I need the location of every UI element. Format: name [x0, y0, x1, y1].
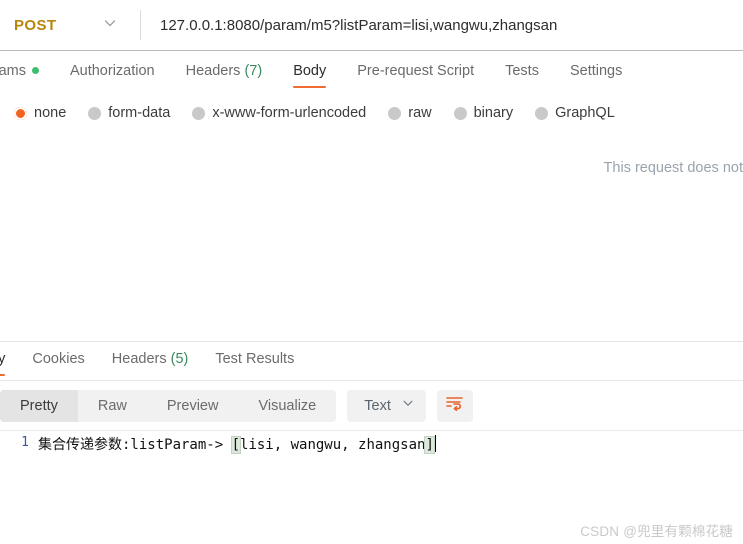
radio-unselected-icon — [388, 106, 402, 120]
tab-tests[interactable]: Tests — [505, 63, 539, 88]
response-body-text[interactable]: 集合传递参数:listParam-> [lisi, wangwu, zhangs… — [38, 435, 437, 455]
http-method-select[interactable]: POST — [0, 0, 140, 50]
response-tab-bar: ody Cookies Headers (5) Test Results — [0, 342, 743, 380]
body-mode-urlencoded[interactable]: x-www-form-urlencoded — [192, 105, 366, 121]
request-tab-bar: Params Authorization Headers (7) Body Pr… — [0, 51, 743, 95]
request-body-pane: This request does not — [0, 131, 743, 341]
body-mode-binary[interactable]: binary — [453, 105, 514, 121]
radio-unselected-icon — [192, 106, 206, 120]
tab-authorization-label: Authorization — [69, 63, 155, 79]
response-body-content: lisi, wangwu, zhangsan — [240, 437, 426, 453]
view-mode-raw[interactable]: Raw — [78, 390, 147, 422]
radio-unselected-icon — [535, 106, 549, 120]
body-mode-raw[interactable]: raw — [388, 105, 432, 121]
response-tab-test-results-label: Test Results — [215, 351, 295, 367]
response-format-label: Text — [364, 397, 391, 414]
body-mode-raw-label: raw — [408, 105, 432, 121]
tab-pre-request-script[interactable]: Pre-request Script — [357, 63, 474, 88]
response-tab-cookies[interactable]: Cookies — [32, 351, 84, 376]
body-mode-none[interactable]: none — [14, 105, 66, 121]
body-mode-none-label: none — [34, 105, 67, 121]
tab-body-label: Body — [293, 63, 327, 79]
response-tab-body[interactable]: ody — [0, 351, 6, 376]
tab-params-label: Params — [0, 63, 26, 79]
view-mode-preview-label: Preview — [166, 397, 219, 414]
view-mode-pretty-label: Pretty — [20, 397, 58, 414]
view-mode-visualize-label: Visualize — [258, 397, 317, 414]
body-mode-form-data[interactable]: form-data — [88, 105, 170, 121]
radio-unselected-icon — [453, 106, 467, 120]
response-view-mode-group: Pretty Raw Preview Visualize — [0, 389, 337, 422]
radio-unselected-icon — [88, 106, 102, 120]
view-mode-pretty[interactable]: Pretty — [0, 389, 78, 422]
tab-headers[interactable]: Headers (7) — [186, 63, 263, 88]
response-format-select[interactable]: Text — [347, 389, 426, 422]
view-mode-raw-label: Raw — [97, 397, 127, 414]
body-mode-form-data-label: form-data — [108, 105, 171, 121]
body-mode-binary-label: binary — [473, 105, 514, 121]
tab-pre-request-script-label: Pre-request Script — [357, 63, 475, 79]
http-method-label: POST — [14, 16, 57, 34]
tab-settings[interactable]: Settings — [570, 63, 622, 88]
response-tab-headers-count: (5) — [170, 351, 189, 367]
tab-authorization[interactable]: Authorization — [70, 63, 155, 88]
response-tab-headers[interactable]: Headers (5) — [112, 351, 189, 376]
request-url-bar: POST 127.0.0.1:8080/param/m5?listParam=l… — [0, 0, 743, 51]
request-url-input[interactable]: 127.0.0.1:8080/param/m5?listParam=lisi,w… — [141, 17, 743, 34]
radio-selected-icon — [14, 106, 27, 120]
chevron-down-icon — [401, 396, 415, 415]
csdn-watermark: CSDN @兜里有颗棉花糖 — [580, 524, 733, 539]
response-tab-test-results[interactable]: Test Results — [215, 351, 294, 376]
response-body-pane[interactable]: 1 集合传递参数:listParam-> [lisi, wangwu, zhan… — [0, 430, 743, 485]
close-bracket: ] — [424, 436, 435, 454]
body-mode-urlencoded-label: x-www-form-urlencoded — [212, 105, 367, 121]
chevron-down-icon — [102, 15, 118, 36]
wrap-text-button[interactable] — [436, 389, 473, 422]
tab-params[interactable]: Params — [0, 63, 39, 88]
code-line: 1 集合传递参数:listParam-> [lisi, wangwu, zhan… — [0, 431, 743, 455]
tab-headers-count: (7) — [244, 63, 263, 79]
tab-settings-label: Settings — [569, 63, 623, 79]
wrap-text-icon — [445, 395, 464, 416]
open-bracket: [ — [230, 436, 242, 454]
tab-headers-label: Headers — [185, 63, 241, 79]
view-mode-preview[interactable]: Preview — [147, 390, 239, 422]
line-number: 1 — [21, 435, 29, 450]
response-tab-headers-label: Headers — [111, 351, 167, 367]
text-caret — [434, 435, 437, 452]
view-mode-visualize[interactable]: Visualize — [238, 390, 336, 422]
params-modified-dot-icon — [31, 67, 39, 74]
tab-body[interactable]: Body — [293, 63, 327, 88]
body-mode-graphql[interactable]: GraphQL — [535, 105, 615, 121]
no-body-message: This request does not — [603, 160, 743, 176]
body-mode-graphql-label: GraphQL — [555, 105, 615, 121]
response-body-prefix: 集合传递参数:listParam-> — [38, 437, 232, 453]
response-tab-cookies-label: Cookies — [32, 351, 85, 367]
body-mode-radio-group: none form-data x-www-form-urlencoded raw… — [0, 95, 743, 131]
response-tab-body-label: ody — [0, 351, 6, 367]
response-view-toolbar: Pretty Raw Preview Visualize Text — [0, 381, 743, 430]
tab-tests-label: Tests — [505, 63, 539, 79]
